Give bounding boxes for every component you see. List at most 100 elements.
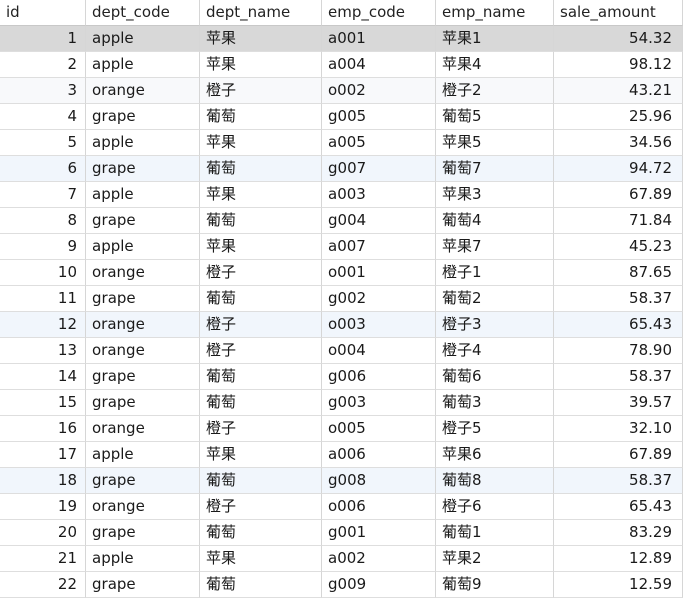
- cell-sale-amount[interactable]: 54.32: [554, 26, 683, 52]
- cell-dept-name[interactable]: 葡萄: [200, 520, 322, 546]
- table-row[interactable]: 22 grape 葡萄 g009 葡萄9 12.59: [0, 572, 683, 598]
- table-row[interactable]: 14 grape 葡萄 g006 葡萄6 58.37: [0, 364, 683, 390]
- cell-dept-code[interactable]: orange: [86, 494, 200, 520]
- table-row[interactable]: 9 apple 苹果 a007 苹果7 45.23: [0, 234, 683, 260]
- cell-emp-code[interactable]: a007: [322, 234, 436, 260]
- cell-id[interactable]: 17: [0, 442, 86, 468]
- cell-emp-code[interactable]: g003: [322, 390, 436, 416]
- cell-dept-name[interactable]: 橙子: [200, 494, 322, 520]
- cell-dept-name[interactable]: 橙子: [200, 78, 322, 104]
- cell-dept-name[interactable]: 橙子: [200, 260, 322, 286]
- cell-dept-code[interactable]: apple: [86, 546, 200, 572]
- cell-emp-code[interactable]: g008: [322, 468, 436, 494]
- cell-sale-amount[interactable]: 25.96: [554, 104, 683, 130]
- cell-id[interactable]: 9: [0, 234, 86, 260]
- cell-id[interactable]: 1: [0, 26, 86, 52]
- cell-emp-code[interactable]: a004: [322, 52, 436, 78]
- cell-dept-code[interactable]: grape: [86, 286, 200, 312]
- cell-id[interactable]: 19: [0, 494, 86, 520]
- cell-emp-name[interactable]: 苹果4: [436, 52, 554, 78]
- cell-dept-name[interactable]: 葡萄: [200, 390, 322, 416]
- table-row[interactable]: 6 grape 葡萄 g007 葡萄7 94.72: [0, 156, 683, 182]
- cell-dept-name[interactable]: 葡萄: [200, 156, 322, 182]
- cell-id[interactable]: 20: [0, 520, 86, 546]
- cell-sale-amount[interactable]: 87.65: [554, 260, 683, 286]
- cell-dept-code[interactable]: apple: [86, 26, 200, 52]
- cell-dept-code[interactable]: grape: [86, 156, 200, 182]
- cell-dept-code[interactable]: grape: [86, 520, 200, 546]
- table-row[interactable]: 11 grape 葡萄 g002 葡萄2 58.37: [0, 286, 683, 312]
- cell-emp-code[interactable]: o006: [322, 494, 436, 520]
- cell-dept-code[interactable]: orange: [86, 312, 200, 338]
- cell-emp-code[interactable]: o001: [322, 260, 436, 286]
- cell-id[interactable]: 14: [0, 364, 86, 390]
- cell-id[interactable]: 11: [0, 286, 86, 312]
- table-row[interactable]: 13 orange 橙子 o004 橙子4 78.90: [0, 338, 683, 364]
- cell-dept-name[interactable]: 葡萄: [200, 468, 322, 494]
- cell-emp-name[interactable]: 葡萄5: [436, 104, 554, 130]
- cell-emp-name[interactable]: 橙子1: [436, 260, 554, 286]
- cell-dept-name[interactable]: 苹果: [200, 442, 322, 468]
- cell-dept-code[interactable]: grape: [86, 572, 200, 598]
- table-row[interactable]: 19 orange 橙子 o006 橙子6 65.43: [0, 494, 683, 520]
- cell-dept-code[interactable]: grape: [86, 390, 200, 416]
- cell-dept-name[interactable]: 葡萄: [200, 364, 322, 390]
- table-row[interactable]: 15 grape 葡萄 g003 葡萄3 39.57: [0, 390, 683, 416]
- cell-emp-code[interactable]: g002: [322, 286, 436, 312]
- cell-id[interactable]: 21: [0, 546, 86, 572]
- table-row[interactable]: 3 orange 橙子 o002 橙子2 43.21: [0, 78, 683, 104]
- cell-dept-name[interactable]: 橙子: [200, 416, 322, 442]
- cell-id[interactable]: 16: [0, 416, 86, 442]
- table-row[interactable]: 8 grape 葡萄 g004 葡萄4 71.84: [0, 208, 683, 234]
- cell-emp-name[interactable]: 橙子6: [436, 494, 554, 520]
- column-header-dept-name[interactable]: dept_name: [200, 0, 322, 26]
- cell-dept-name[interactable]: 橙子: [200, 338, 322, 364]
- cell-dept-name[interactable]: 苹果: [200, 130, 322, 156]
- cell-sale-amount[interactable]: 65.43: [554, 312, 683, 338]
- table-row[interactable]: 17 apple 苹果 a006 苹果6 67.89: [0, 442, 683, 468]
- cell-emp-name[interactable]: 葡萄4: [436, 208, 554, 234]
- table-row[interactable]: 21 apple 苹果 a002 苹果2 12.89: [0, 546, 683, 572]
- cell-dept-code[interactable]: apple: [86, 442, 200, 468]
- cell-sale-amount[interactable]: 67.89: [554, 182, 683, 208]
- cell-id[interactable]: 13: [0, 338, 86, 364]
- cell-emp-name[interactable]: 葡萄9: [436, 572, 554, 598]
- cell-sale-amount[interactable]: 78.90: [554, 338, 683, 364]
- cell-sale-amount[interactable]: 65.43: [554, 494, 683, 520]
- cell-sale-amount[interactable]: 67.89: [554, 442, 683, 468]
- cell-emp-name[interactable]: 橙子5: [436, 416, 554, 442]
- cell-emp-code[interactable]: a005: [322, 130, 436, 156]
- cell-sale-amount[interactable]: 32.10: [554, 416, 683, 442]
- cell-emp-code[interactable]: a001: [322, 26, 436, 52]
- cell-sale-amount[interactable]: 39.57: [554, 390, 683, 416]
- cell-dept-code[interactable]: apple: [86, 130, 200, 156]
- cell-emp-name[interactable]: 橙子4: [436, 338, 554, 364]
- cell-sale-amount[interactable]: 34.56: [554, 130, 683, 156]
- table-row[interactable]: 12 orange 橙子 o003 橙子3 65.43: [0, 312, 683, 338]
- cell-id[interactable]: 2: [0, 52, 86, 78]
- cell-emp-code[interactable]: g001: [322, 520, 436, 546]
- cell-dept-code[interactable]: apple: [86, 234, 200, 260]
- cell-emp-code[interactable]: o004: [322, 338, 436, 364]
- cell-dept-code[interactable]: orange: [86, 260, 200, 286]
- cell-emp-code[interactable]: o005: [322, 416, 436, 442]
- cell-emp-code[interactable]: g007: [322, 156, 436, 182]
- cell-id[interactable]: 12: [0, 312, 86, 338]
- cell-id[interactable]: 4: [0, 104, 86, 130]
- cell-sale-amount[interactable]: 45.23: [554, 234, 683, 260]
- table-row[interactable]: 1 apple 苹果 a001 苹果1 54.32: [0, 26, 683, 52]
- cell-emp-name[interactable]: 苹果7: [436, 234, 554, 260]
- cell-dept-name[interactable]: 苹果: [200, 52, 322, 78]
- cell-sale-amount[interactable]: 12.89: [554, 546, 683, 572]
- cell-sale-amount[interactable]: 43.21: [554, 78, 683, 104]
- cell-sale-amount[interactable]: 71.84: [554, 208, 683, 234]
- cell-dept-code[interactable]: orange: [86, 78, 200, 104]
- cell-dept-code[interactable]: orange: [86, 338, 200, 364]
- cell-dept-code[interactable]: grape: [86, 208, 200, 234]
- cell-emp-name[interactable]: 橙子3: [436, 312, 554, 338]
- column-header-id[interactable]: id: [0, 0, 86, 26]
- cell-emp-name[interactable]: 橙子2: [436, 78, 554, 104]
- cell-dept-code[interactable]: apple: [86, 52, 200, 78]
- cell-id[interactable]: 15: [0, 390, 86, 416]
- cell-sale-amount[interactable]: 58.37: [554, 468, 683, 494]
